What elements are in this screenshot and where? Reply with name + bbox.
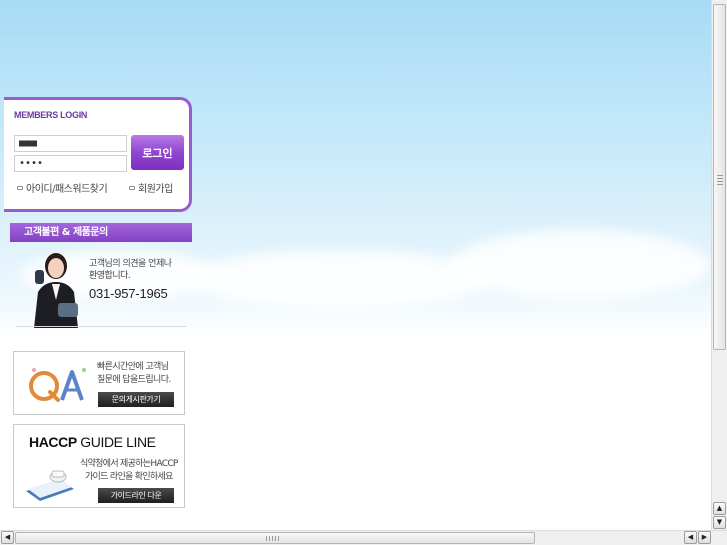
scroll-left-icon: ◀ (4, 533, 11, 541)
qa-icon (29, 368, 86, 402)
haccp-message: 식약청에서 제공하는HACCP 가이드 라인을 확인하세요 (80, 458, 178, 484)
join-link[interactable]: 회원가입 (129, 180, 173, 195)
find-id-password-label: 아이디/패스워드찾기 (26, 184, 108, 195)
haccp-title-bold: HACCP (29, 434, 77, 450)
divider (16, 326, 186, 327)
qa-board-button[interactable]: 문의게시판가기 (98, 392, 174, 407)
qa-message: 빠른시간안에 고객님 질문에 답을드립니다. (97, 361, 171, 387)
guide-book-icon (26, 470, 74, 501)
qa-line-1: 빠른시간안에 고객님 (97, 362, 169, 372)
scroll-up-icon: ▲ (716, 504, 723, 512)
qa-line-2: 질문에 답을드립니다. (97, 375, 171, 385)
scroll-left-button-end[interactable]: ◀ (684, 531, 697, 544)
phone-number: 031-957-1965 (89, 286, 168, 301)
haccp-line-1: 식약청에서 제공하는HACCP (80, 459, 178, 469)
grip-line (269, 536, 270, 541)
horizontal-scroll-thumb[interactable] (15, 532, 535, 544)
grip-line (266, 536, 267, 541)
grip-line (717, 178, 723, 179)
scroll-left-button[interactable]: ◀ (1, 531, 14, 544)
scroll-left-icon: ◀ (687, 533, 694, 541)
login-button[interactable]: 로그인 (131, 135, 184, 170)
haccp-title: HACCP GUIDE LINE (29, 434, 156, 450)
bullet-icon (129, 185, 135, 190)
grip-line (275, 536, 276, 541)
grip-line (278, 536, 279, 541)
grip-line (717, 181, 723, 182)
user-id-input[interactable]: ■■■ (14, 135, 127, 152)
cloud-decoration (450, 230, 710, 300)
login-title: MEMBERS LOGIN (14, 110, 88, 120)
customer-service-panel: 고객님의 의견을 언제나 환영합니다. 031-957-1965 (14, 246, 186, 328)
scroll-right-icon: ▶ (701, 533, 708, 541)
message-line-2: 환영합니다. (89, 271, 131, 281)
grip-line (717, 175, 723, 176)
scroll-up-button[interactable]: ▲ (713, 502, 726, 515)
find-id-password-link[interactable]: 아이디/패스워드찾기 (17, 180, 108, 195)
grip-line (272, 536, 273, 541)
bullet-icon (17, 185, 23, 190)
scroll-down-button[interactable]: ▼ (713, 516, 726, 529)
grip-line (717, 184, 723, 185)
qa-board-panel: 빠른시간안에 고객님 질문에 답을드립니다. 문의게시판가기 (13, 351, 185, 415)
members-login-panel: MEMBERS LOGIN ■■■ •••• 로그인 아이디/패스워드찾기 회원… (4, 97, 192, 212)
customer-service-header: 고객불편 & 제품문의 (10, 223, 192, 242)
cloud-decoration (190, 250, 490, 310)
haccp-guideline-panel: HACCP GUIDE LINE 식약청에서 제공하는HACCP 가이드 라인을… (13, 424, 185, 508)
haccp-title-rest: GUIDE LINE (76, 434, 156, 450)
call-center-agent-image (34, 253, 78, 328)
customer-service-message: 고객님의 의견을 언제나 환영합니다. (89, 258, 172, 282)
vertical-scroll-thumb[interactable] (713, 4, 726, 350)
scroll-down-icon: ▼ (716, 518, 723, 526)
scroll-right-button[interactable]: ▶ (698, 531, 711, 544)
join-label: 회원가입 (138, 184, 173, 195)
password-input[interactable]: •••• (14, 155, 127, 172)
message-line-1: 고객님의 의견을 언제나 (89, 259, 172, 269)
haccp-download-button[interactable]: 가이드라인 다운 (98, 488, 174, 503)
haccp-line-2: 가이드 라인을 확인하세요 (84, 472, 173, 482)
